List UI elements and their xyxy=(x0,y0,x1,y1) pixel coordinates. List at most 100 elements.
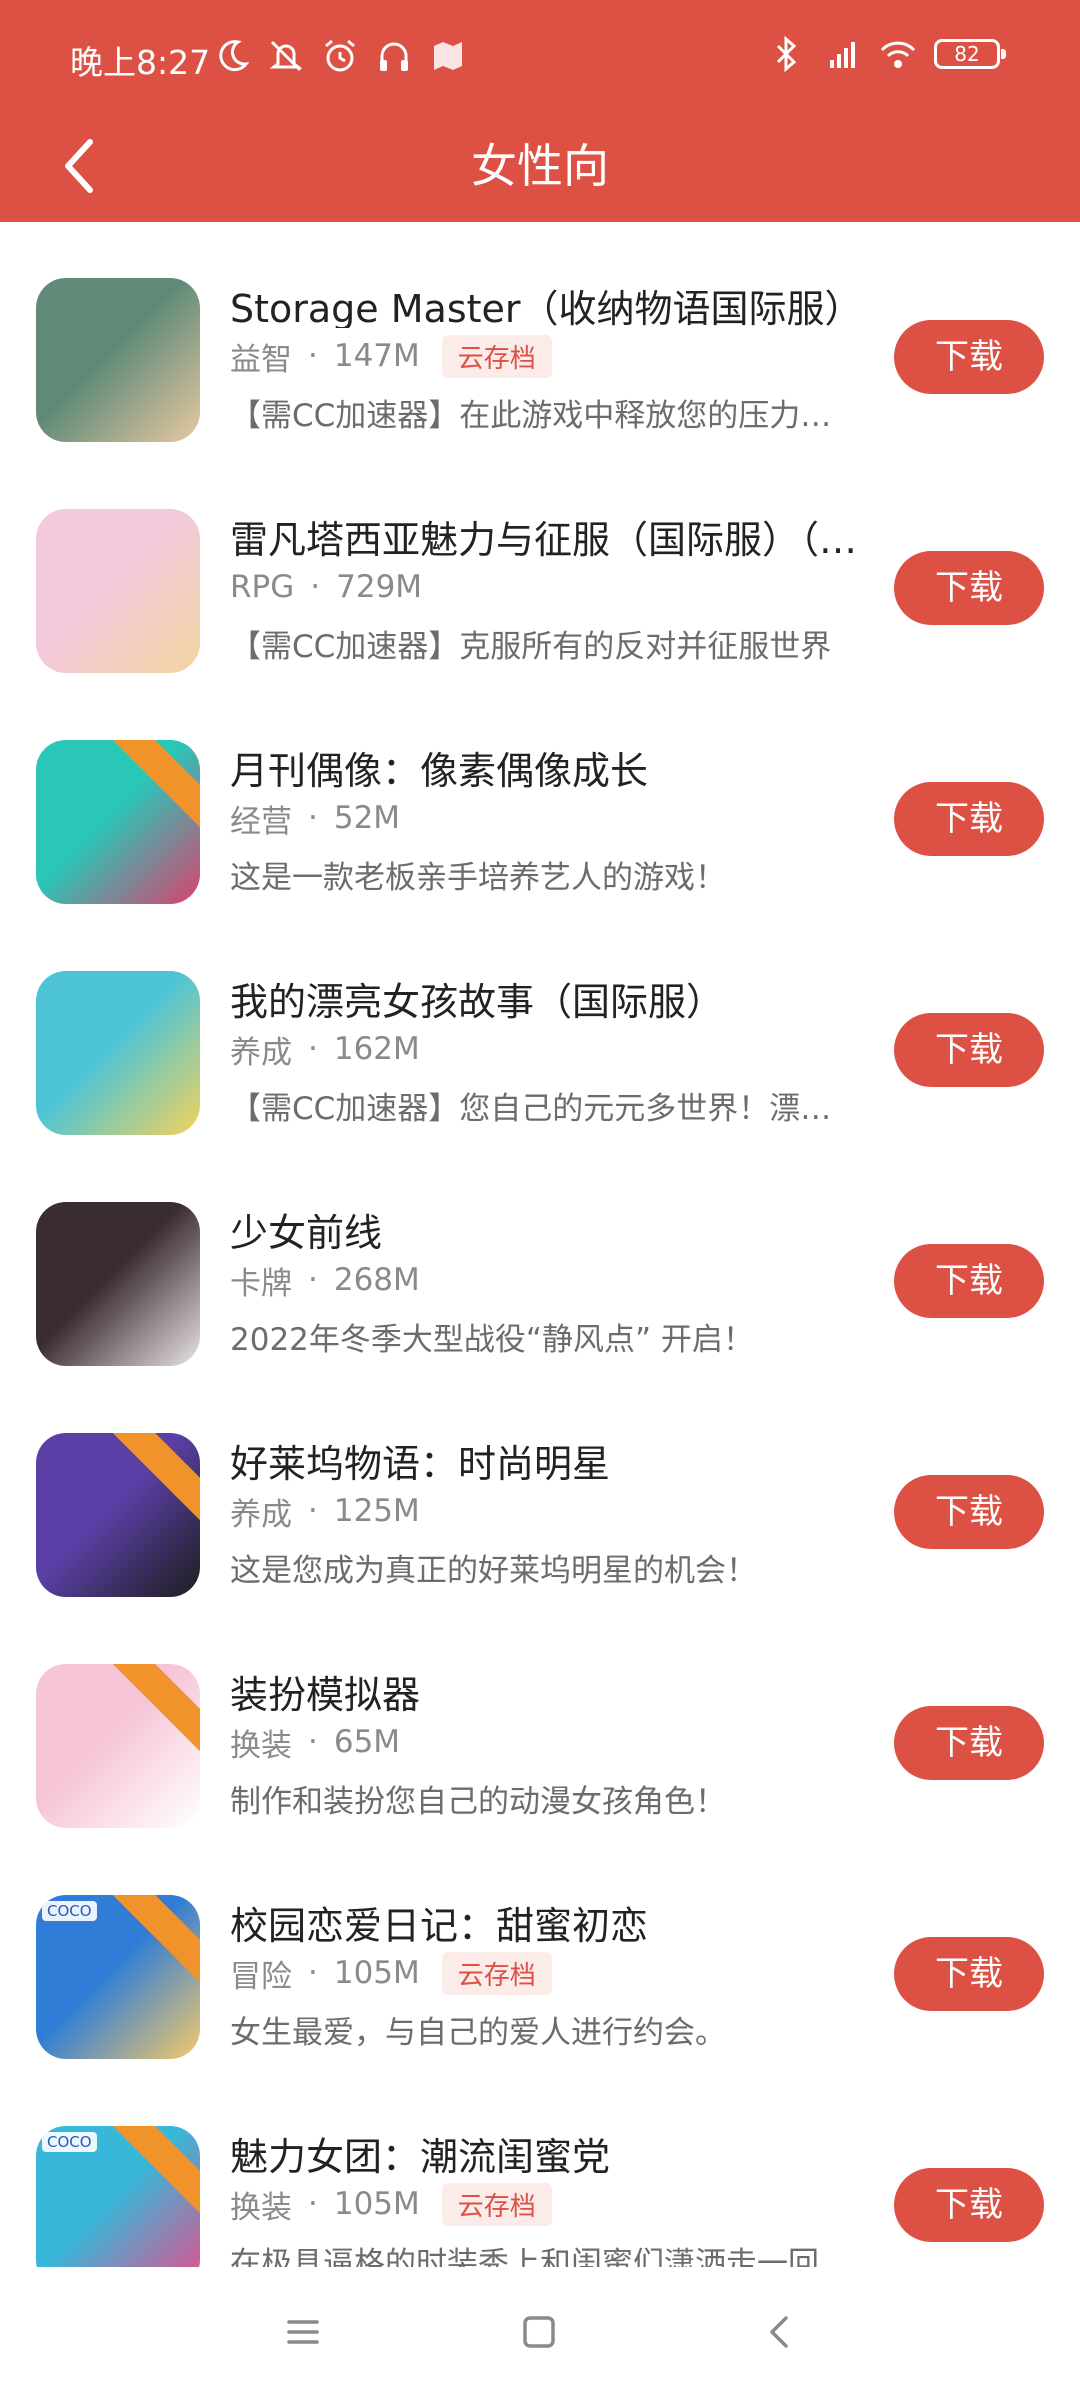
meta-separator: · xyxy=(308,2186,318,2222)
app-size: 729M xyxy=(336,569,423,605)
app-title[interactable]: 好莱坞物语：时尚明星 xyxy=(230,1433,870,1483)
app-title[interactable]: 校园恋爱日记：甜蜜初恋 xyxy=(230,1895,870,1945)
app-category: RPG xyxy=(230,569,295,605)
coco-tag: COCO xyxy=(42,2132,97,2152)
app-description: 女生最爱，与自己的爱人进行约会。 xyxy=(230,2015,726,2051)
app-list-item[interactable]: 雷凡塔西亚魅力与征服（国际服）（需CC加速器） RPG · 729M 【需CC加速器】克… xyxy=(0,453,1080,684)
meta-separator: · xyxy=(308,338,318,374)
meta-separator: · xyxy=(308,1262,318,1298)
download-button[interactable]: 下载 xyxy=(894,1244,1044,1318)
app-meta: 养成 · 125M xyxy=(230,1489,420,1533)
download-button[interactable]: 下载 xyxy=(894,551,1044,625)
app-title[interactable]: 雷凡塔西亚魅力与征服（国际服）（需CC加速器） xyxy=(230,509,870,559)
app-icon[interactable]: COCO xyxy=(36,1895,200,2059)
download-button[interactable]: 下载 xyxy=(894,1013,1044,1087)
recent-apps-button[interactable] xyxy=(268,2297,338,2367)
status-icons-right: 82 xyxy=(766,34,1006,74)
app-list-item[interactable]: COCO 魅力女团：潮流闺蜜党 换装 · 105M 云存档 在极具逼格的时装秀上和闺蜜们潇洒… xyxy=(0,2070,1080,2267)
download-button[interactable]: 下载 xyxy=(894,782,1044,856)
app-title[interactable]: Storage Master（收纳物语国际服） xyxy=(230,278,870,328)
app-meta: RPG · 729M xyxy=(230,565,422,609)
status-bar: 晚上8:27 82 xyxy=(0,0,1080,110)
app-list-item[interactable]: 装扮模拟器 换装 · 65M 制作和装扮您自己的动漫女孩角色！ 下载 xyxy=(0,1608,1080,1839)
app-meta: 冒险 · 105M 云存档 xyxy=(230,1951,552,1995)
app-size: 147M xyxy=(333,338,420,374)
free-ribbon xyxy=(112,1895,200,1987)
app-description: 【需CC加速器】您自己的元元多世界！漂亮女孩 xyxy=(230,1091,860,1127)
square-icon xyxy=(523,2316,555,2348)
app-title[interactable]: 我的漂亮女孩故事（国际服） xyxy=(230,971,870,1021)
app-list-item[interactable]: Storage Master（收纳物语国际服） 益智 · 147M 云存档 【需CC加速器… xyxy=(0,222,1080,453)
download-button[interactable]: 下载 xyxy=(894,1937,1044,2011)
title-bar: 女性向 xyxy=(0,110,1080,222)
free-ribbon xyxy=(112,2126,200,2218)
download-button[interactable]: 下载 xyxy=(894,1475,1044,1549)
app-size: 52M xyxy=(333,800,401,836)
app-category: 冒险 xyxy=(230,1958,292,1995)
meta-separator: · xyxy=(308,1493,318,1529)
app-meta: 换装 · 65M xyxy=(230,1720,400,1764)
app-meta: 经营 · 52M xyxy=(230,796,400,840)
free-ribbon xyxy=(112,740,200,832)
app-icon[interactable]: COCO xyxy=(36,2126,200,2267)
download-button[interactable]: 下载 xyxy=(894,320,1044,394)
bluetooth-icon xyxy=(776,35,797,73)
app-list-item[interactable]: 好莱坞物语：时尚明星 养成 · 125M 这是您成为真正的好莱坞明星的机会！ 下载 xyxy=(0,1377,1080,1608)
app-header: 晚上8:27 82 女性向 xyxy=(0,0,1080,222)
home-button[interactable] xyxy=(504,2297,574,2367)
app-title[interactable]: 魅力女团：潮流闺蜜党 xyxy=(230,2126,870,2176)
page-title: 女性向 xyxy=(471,139,609,193)
download-button[interactable]: 下载 xyxy=(894,1706,1044,1780)
app-description: 这是一款老板亲手培养艺人的游戏！ xyxy=(230,860,726,896)
app-icon[interactable] xyxy=(36,1664,200,1828)
app-list[interactable]: Storage Master（收纳物语国际服） 益智 · 147M 云存档 【需CC加速器… xyxy=(0,222,1080,2267)
app-icon[interactable] xyxy=(36,971,200,1135)
app-size: 162M xyxy=(333,1031,420,1067)
app-icon[interactable] xyxy=(36,278,200,442)
app-size: 125M xyxy=(333,1493,420,1529)
app-list-item[interactable]: 月刊偶像：像素偶像成长经营 · 52M 这是一款老板亲手培养艺人的游戏！ 下载 xyxy=(0,684,1080,915)
app-category: 养成 xyxy=(230,1034,292,1071)
free-ribbon xyxy=(112,1664,200,1756)
app-description: 这是您成为真正的好莱坞明星的机会！ xyxy=(230,1553,757,1589)
nav-back-button[interactable] xyxy=(745,2297,815,2367)
chevron-left-icon xyxy=(65,139,93,193)
app-meta: 养成 · 162M xyxy=(230,1027,420,1071)
app-list-item[interactable]: COCO 校园恋爱日记：甜蜜初恋 冒险 · 105M 云存档 女生最爱，与自己的爱人进行约会… xyxy=(0,1839,1080,2070)
app-meta: 卡牌 · 268M xyxy=(230,1258,420,1302)
menu-icon xyxy=(287,2320,319,2344)
status-icons-left xyxy=(212,36,468,76)
app-category: 益智 xyxy=(230,341,292,378)
coco-tag: COCO xyxy=(42,1901,97,1921)
app-icon[interactable] xyxy=(36,1202,200,1366)
alarm-icon xyxy=(325,39,355,72)
moon-icon xyxy=(219,40,250,72)
headphones-icon xyxy=(380,42,408,71)
app-category: 换装 xyxy=(230,2189,292,2226)
app-list-item[interactable]: 少女前线 卡牌 · 268M 2022年冬季大型战役“静风点” 开启！ 下载 xyxy=(0,1146,1080,1377)
app-title[interactable]: 少女前线 xyxy=(230,1202,870,1252)
app-meta: 益智 · 147M 云存档 xyxy=(230,334,552,378)
meta-separator: · xyxy=(308,1724,318,1760)
app-icon[interactable] xyxy=(36,740,200,904)
app-size: 268M xyxy=(333,1262,420,1298)
app-description: 在极具逼格的时装秀上和闺蜜们潇洒走一回 xyxy=(230,2246,819,2267)
meta-separator: · xyxy=(308,1955,318,1991)
battery-icon: 82 xyxy=(934,39,1006,69)
app-category: 换装 xyxy=(230,1727,292,1764)
download-button[interactable]: 下载 xyxy=(894,2168,1044,2242)
meta-separator: · xyxy=(308,1031,318,1067)
app-description: 制作和装扮您自己的动漫女孩角色！ xyxy=(230,1784,726,1820)
app-description: 【需CC加速器】克服所有的反对并征服世界 xyxy=(230,629,832,665)
signal-hd-icon xyxy=(830,42,855,68)
meta-separator: · xyxy=(310,569,321,605)
app-meta: 换装 · 105M 云存档 xyxy=(230,2182,552,2226)
status-time: 晚上8:27 xyxy=(70,43,211,82)
app-title[interactable]: 月刊偶像：像素偶像成长 xyxy=(230,740,870,790)
app-title[interactable]: 装扮模拟器 xyxy=(230,1664,870,1714)
app-icon[interactable] xyxy=(36,509,200,673)
app-list-item[interactable]: 我的漂亮女孩故事（国际服） 养成 · 162M 【需CC加速器】您自己的元元多世界！漂亮… xyxy=(0,915,1080,1146)
wifi-icon xyxy=(880,41,916,68)
back-button[interactable] xyxy=(40,126,120,206)
app-icon[interactable] xyxy=(36,1433,200,1597)
